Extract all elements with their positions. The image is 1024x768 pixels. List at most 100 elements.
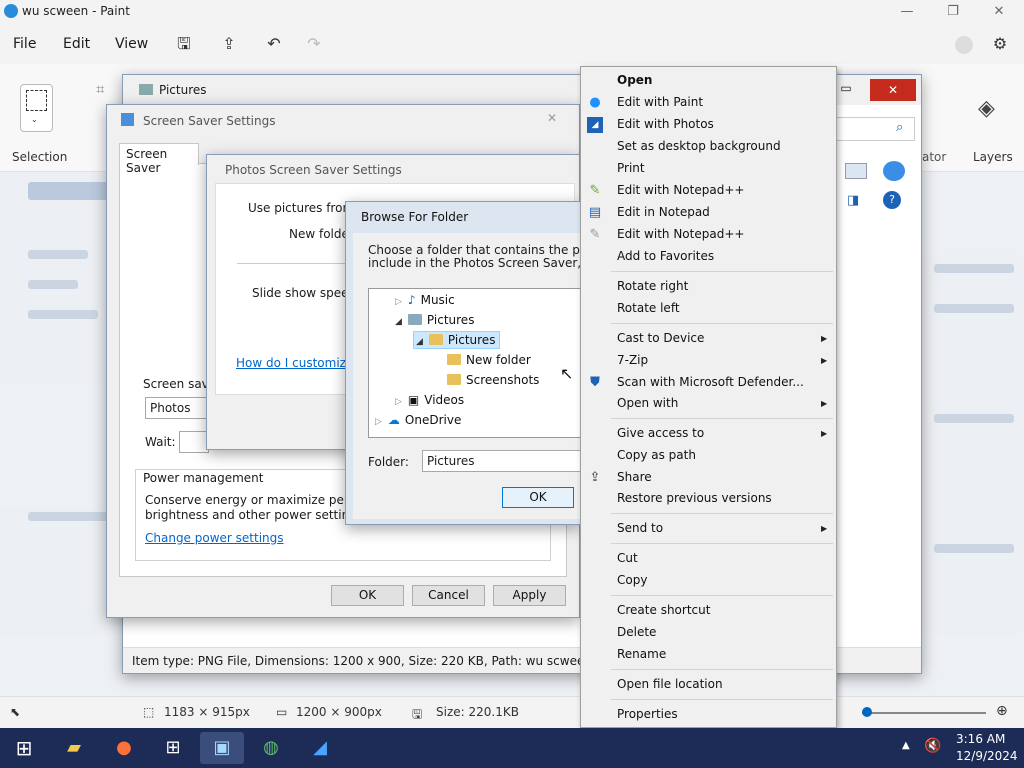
help-icon[interactable]: ?	[883, 191, 901, 209]
submenu-arrow-icon: ▶	[821, 356, 828, 365]
tree-item-pictures[interactable]: ◢ Pictures	[395, 313, 474, 327]
store-icon[interactable]: ⊞	[157, 732, 189, 764]
clock-date[interactable]: 12/9/2024	[956, 749, 1018, 763]
menu-item-create-shortcut[interactable]: Create shortcut	[617, 603, 710, 617]
menu-item-open[interactable]: Open	[617, 73, 652, 87]
menu-item-give-access[interactable]: Give access to	[617, 426, 704, 440]
screen-saver-task-icon[interactable]: ▣	[200, 732, 244, 764]
screensaver-close-icon[interactable]: ✕	[547, 111, 557, 125]
menu-item-share[interactable]: Share	[617, 470, 652, 484]
tree-item-screenshots[interactable]: Screenshots	[447, 373, 539, 387]
restore-icon[interactable]: ▭	[836, 81, 856, 99]
explorer-close-icon[interactable]: ✕	[870, 79, 916, 101]
screensaver-apply-button[interactable]: Apply	[493, 585, 566, 606]
menu-item-copy[interactable]: Copy	[617, 573, 647, 587]
screensaver-select[interactable]: Photos	[145, 397, 215, 419]
browse-ok-button[interactable]: OK	[502, 487, 574, 508]
photos-app-icon[interactable]: ◢	[304, 732, 336, 764]
wait-minutes-field[interactable]	[179, 431, 209, 453]
selection-rect-icon	[26, 90, 47, 111]
menu-item-add-to-favorites[interactable]: Add to Favorites	[617, 249, 714, 263]
tab-screen-saver[interactable]: Screen Saver	[119, 143, 199, 175]
menu-item-cut[interactable]: Cut	[617, 551, 638, 565]
menu-view[interactable]: View	[115, 36, 148, 52]
folder-tree[interactable]: ▷ ♪ Music ◢ Pictures ◢ Pictures New folder S…	[368, 288, 582, 438]
globe-icon[interactable]	[883, 161, 905, 181]
screensaver-ok-button[interactable]: OK	[331, 585, 404, 606]
tray-chevron-icon[interactable]: ▲	[902, 740, 910, 751]
undo-icon[interactable]: ↶	[263, 33, 285, 55]
notepadpp-icon: ✎	[589, 183, 601, 198]
menu-item-edit-with-notepadpp[interactable]: Edit with Notepad++	[617, 183, 744, 197]
zoom-slider-track[interactable]	[862, 712, 986, 714]
wait-label: Wait:	[145, 435, 176, 449]
firefox-icon[interactable]: ●	[108, 732, 140, 764]
menu-item-edit-with-notepadpp-2[interactable]: Edit with Notepad++	[617, 227, 744, 241]
menu-item-open-file-location[interactable]: Open file location	[617, 677, 723, 691]
screensaver-cancel-button[interactable]: Cancel	[412, 585, 485, 606]
share-icon[interactable]: ⇪	[218, 33, 240, 55]
explorer-search-box[interactable]: ⌕	[835, 117, 915, 141]
menu-item-edit-with-photos[interactable]: Edit with Photos	[617, 117, 714, 131]
details-pane-icon[interactable]: ◨	[847, 193, 859, 208]
tree-item-pictures-selected[interactable]: ◢ Pictures	[413, 331, 501, 349]
menu-item-rotate-right[interactable]: Rotate right	[617, 279, 688, 293]
submenu-arrow-icon: ▶	[821, 429, 828, 438]
file-size-icon: 🖫	[412, 707, 423, 721]
menu-item-print[interactable]: Print	[617, 161, 645, 175]
menu-item-set-desktop-background[interactable]: Set as desktop background	[617, 139, 781, 153]
menu-separator	[611, 323, 833, 324]
menu-item-rename[interactable]: Rename	[617, 647, 666, 661]
pictures-folder-icon	[139, 84, 153, 95]
file-size: Size: 220.1KB	[436, 705, 519, 719]
start-windows-icon[interactable]: ⊞	[8, 732, 40, 764]
clock-time[interactable]: 3:16 AM	[956, 732, 1005, 746]
tree-item-onedrive[interactable]: ▷ ☁ OneDrive	[375, 413, 461, 427]
layers-label: Layers	[973, 150, 1013, 164]
menu-item-cast-to-device[interactable]: Cast to Device	[617, 331, 704, 345]
menu-item-properties[interactable]: Properties	[617, 707, 678, 721]
selection-size: 1200 × 900px	[296, 705, 382, 719]
menu-item-edit-in-notepad[interactable]: Edit in Notepad	[617, 205, 710, 219]
menu-item-delete[interactable]: Delete	[617, 625, 656, 639]
file-explorer-icon[interactable]: ▰	[58, 732, 90, 764]
menu-file[interactable]: File	[13, 36, 36, 52]
notepad-icon: ▤	[588, 205, 602, 220]
folder-label: Folder:	[368, 455, 409, 469]
tree-item-videos[interactable]: ▷ ▣ Videos	[395, 393, 464, 407]
menu-item-open-with[interactable]: Open with	[617, 396, 678, 410]
close-icon[interactable]: ✕	[976, 0, 1022, 24]
menu-item-rotate-left[interactable]: Rotate left	[617, 301, 680, 315]
menu-item-edit-with-paint[interactable]: Edit with Paint	[617, 95, 703, 109]
account-avatar[interactable]	[955, 36, 973, 54]
change-power-settings-link[interactable]: Change power settings	[145, 531, 284, 545]
chevron-down-icon[interactable]: ⌄	[31, 115, 38, 124]
customize-help-link[interactable]: How do I customize	[236, 356, 353, 370]
layers-icon[interactable]: ◈	[978, 96, 995, 121]
menu-item-send-to[interactable]: Send to	[617, 521, 663, 535]
globe-app-icon[interactable]: ◍	[255, 732, 287, 764]
selection-size-icon: ▭	[276, 705, 288, 719]
minimize-icon[interactable]: —	[884, 0, 930, 24]
zoom-in-icon[interactable]: ⊕	[996, 703, 1008, 719]
volume-muted-icon[interactable]: 🔇	[924, 738, 941, 754]
preview-pane-icon[interactable]	[845, 163, 867, 179]
menu-edit[interactable]: Edit	[63, 36, 90, 52]
redo-icon[interactable]: ↷	[303, 33, 325, 55]
tree-item-new-folder[interactable]: New folder	[447, 353, 531, 367]
menu-item-7zip[interactable]: 7-Zip	[617, 353, 648, 367]
menu-separator	[611, 669, 833, 670]
notepadpp-icon-2: ✎	[589, 227, 601, 242]
selection-tool[interactable]: ⌄	[20, 84, 53, 132]
menu-item-scan-defender[interactable]: Scan with Microsoft Defender...	[617, 375, 804, 389]
save-icon[interactable]: 🖫	[173, 33, 195, 55]
crop-icon[interactable]: ⌗	[96, 80, 104, 98]
menu-item-copy-as-path[interactable]: Copy as path	[617, 448, 696, 462]
settings-gear-icon[interactable]: ⚙	[989, 33, 1011, 55]
tree-item-music[interactable]: ▷ ♪ Music	[395, 293, 455, 307]
zoom-slider-thumb[interactable]	[862, 707, 872, 717]
menu-item-restore-previous-versions[interactable]: Restore previous versions	[617, 491, 772, 505]
folder-input[interactable]: Pictures	[422, 450, 582, 472]
maximize-icon[interactable]: ❐	[930, 0, 976, 24]
menu-separator	[611, 595, 833, 596]
